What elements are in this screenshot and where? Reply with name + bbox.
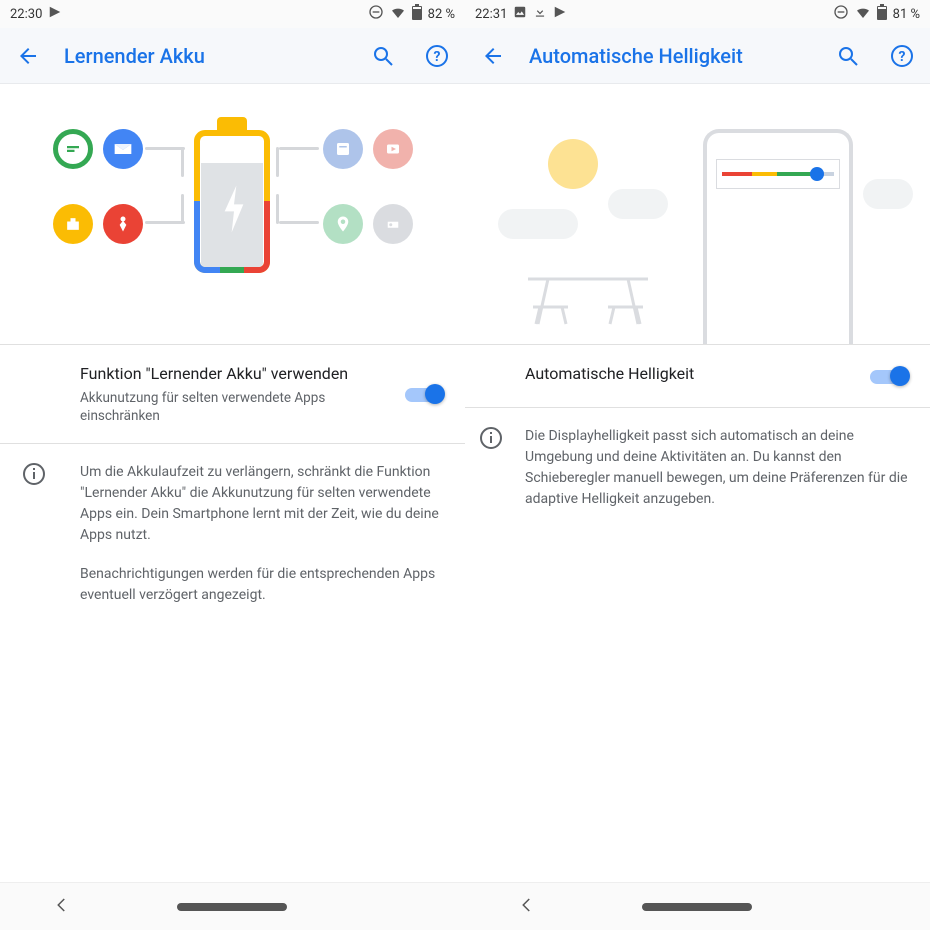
info-paragraph-1: Um die Akkulaufzeit zu verlängern, schrä…: [80, 462, 445, 546]
page-title: Automatische Helligkeit: [529, 44, 812, 68]
info-paragraph-2: Benachrichtigungen werden für die entspr…: [80, 564, 445, 606]
setting-adaptive-brightness-toggle-row[interactable]: Automatische Helligkeit: [465, 345, 930, 407]
info-icon: [22, 462, 46, 486]
status-bar: 22:30 82 %: [0, 0, 465, 28]
search-button[interactable]: [365, 38, 401, 74]
setting-title: Automatische Helligkeit: [525, 363, 850, 385]
help-button[interactable]: ?: [419, 38, 455, 74]
info-block: Um die Akkulaufzeit zu verlängern, schrä…: [0, 444, 465, 624]
svg-text:?: ?: [434, 49, 441, 65]
back-button[interactable]: [10, 38, 46, 74]
nav-bar: [465, 882, 930, 930]
search-button[interactable]: [830, 38, 866, 74]
setting-subtitle: Akkunutzung für selten verwendete Apps e…: [80, 389, 385, 425]
status-battery-pct: 81 %: [893, 7, 920, 22]
svg-text:?: ?: [899, 49, 906, 65]
setting-title: Funktion "Lernender Akku" verwenden: [80, 363, 385, 385]
toggle-switch[interactable]: [405, 382, 445, 406]
info-icon: [479, 426, 503, 450]
back-button[interactable]: [475, 38, 511, 74]
download-icon: [533, 5, 547, 23]
nav-back-button[interactable]: [53, 896, 71, 918]
wifi-icon: [855, 4, 871, 24]
page-title: Lernender Akku: [64, 44, 347, 68]
screen-adaptive-brightness: 22:31: [465, 0, 930, 930]
image-icon: [513, 5, 527, 23]
wifi-icon: [390, 4, 406, 24]
status-bar: 22:31: [465, 0, 930, 28]
app-bar: Automatische Helligkeit ?: [465, 28, 930, 84]
info-block: Die Displayhelligkeit passt sich automat…: [465, 408, 930, 528]
dnd-icon: [833, 4, 849, 24]
play-icon: [48, 5, 62, 23]
info-paragraph-1: Die Displayhelligkeit passt sich automat…: [525, 426, 910, 510]
setting-adaptive-battery-toggle-row[interactable]: Funktion "Lernender Akku" verwenden Akku…: [0, 345, 465, 443]
illustration-battery: [0, 84, 465, 344]
play-icon: [553, 5, 567, 23]
app-bar: Lernender Akku ?: [0, 28, 465, 84]
battery-icon: [412, 4, 422, 24]
dnd-icon: [368, 4, 384, 24]
screen-adaptive-battery: 22:30 82 % Lern: [0, 0, 465, 930]
nav-home-button[interactable]: [177, 903, 287, 911]
nav-back-button[interactable]: [518, 896, 536, 918]
illustration-brightness: [465, 84, 930, 344]
status-time: 22:30: [10, 7, 42, 22]
status-battery-pct: 82 %: [428, 7, 455, 22]
status-time: 22:31: [475, 7, 507, 22]
help-button[interactable]: ?: [884, 38, 920, 74]
toggle-switch[interactable]: [870, 364, 910, 388]
battery-icon: [877, 4, 887, 24]
nav-bar: [0, 882, 465, 930]
nav-home-button[interactable]: [642, 903, 752, 911]
